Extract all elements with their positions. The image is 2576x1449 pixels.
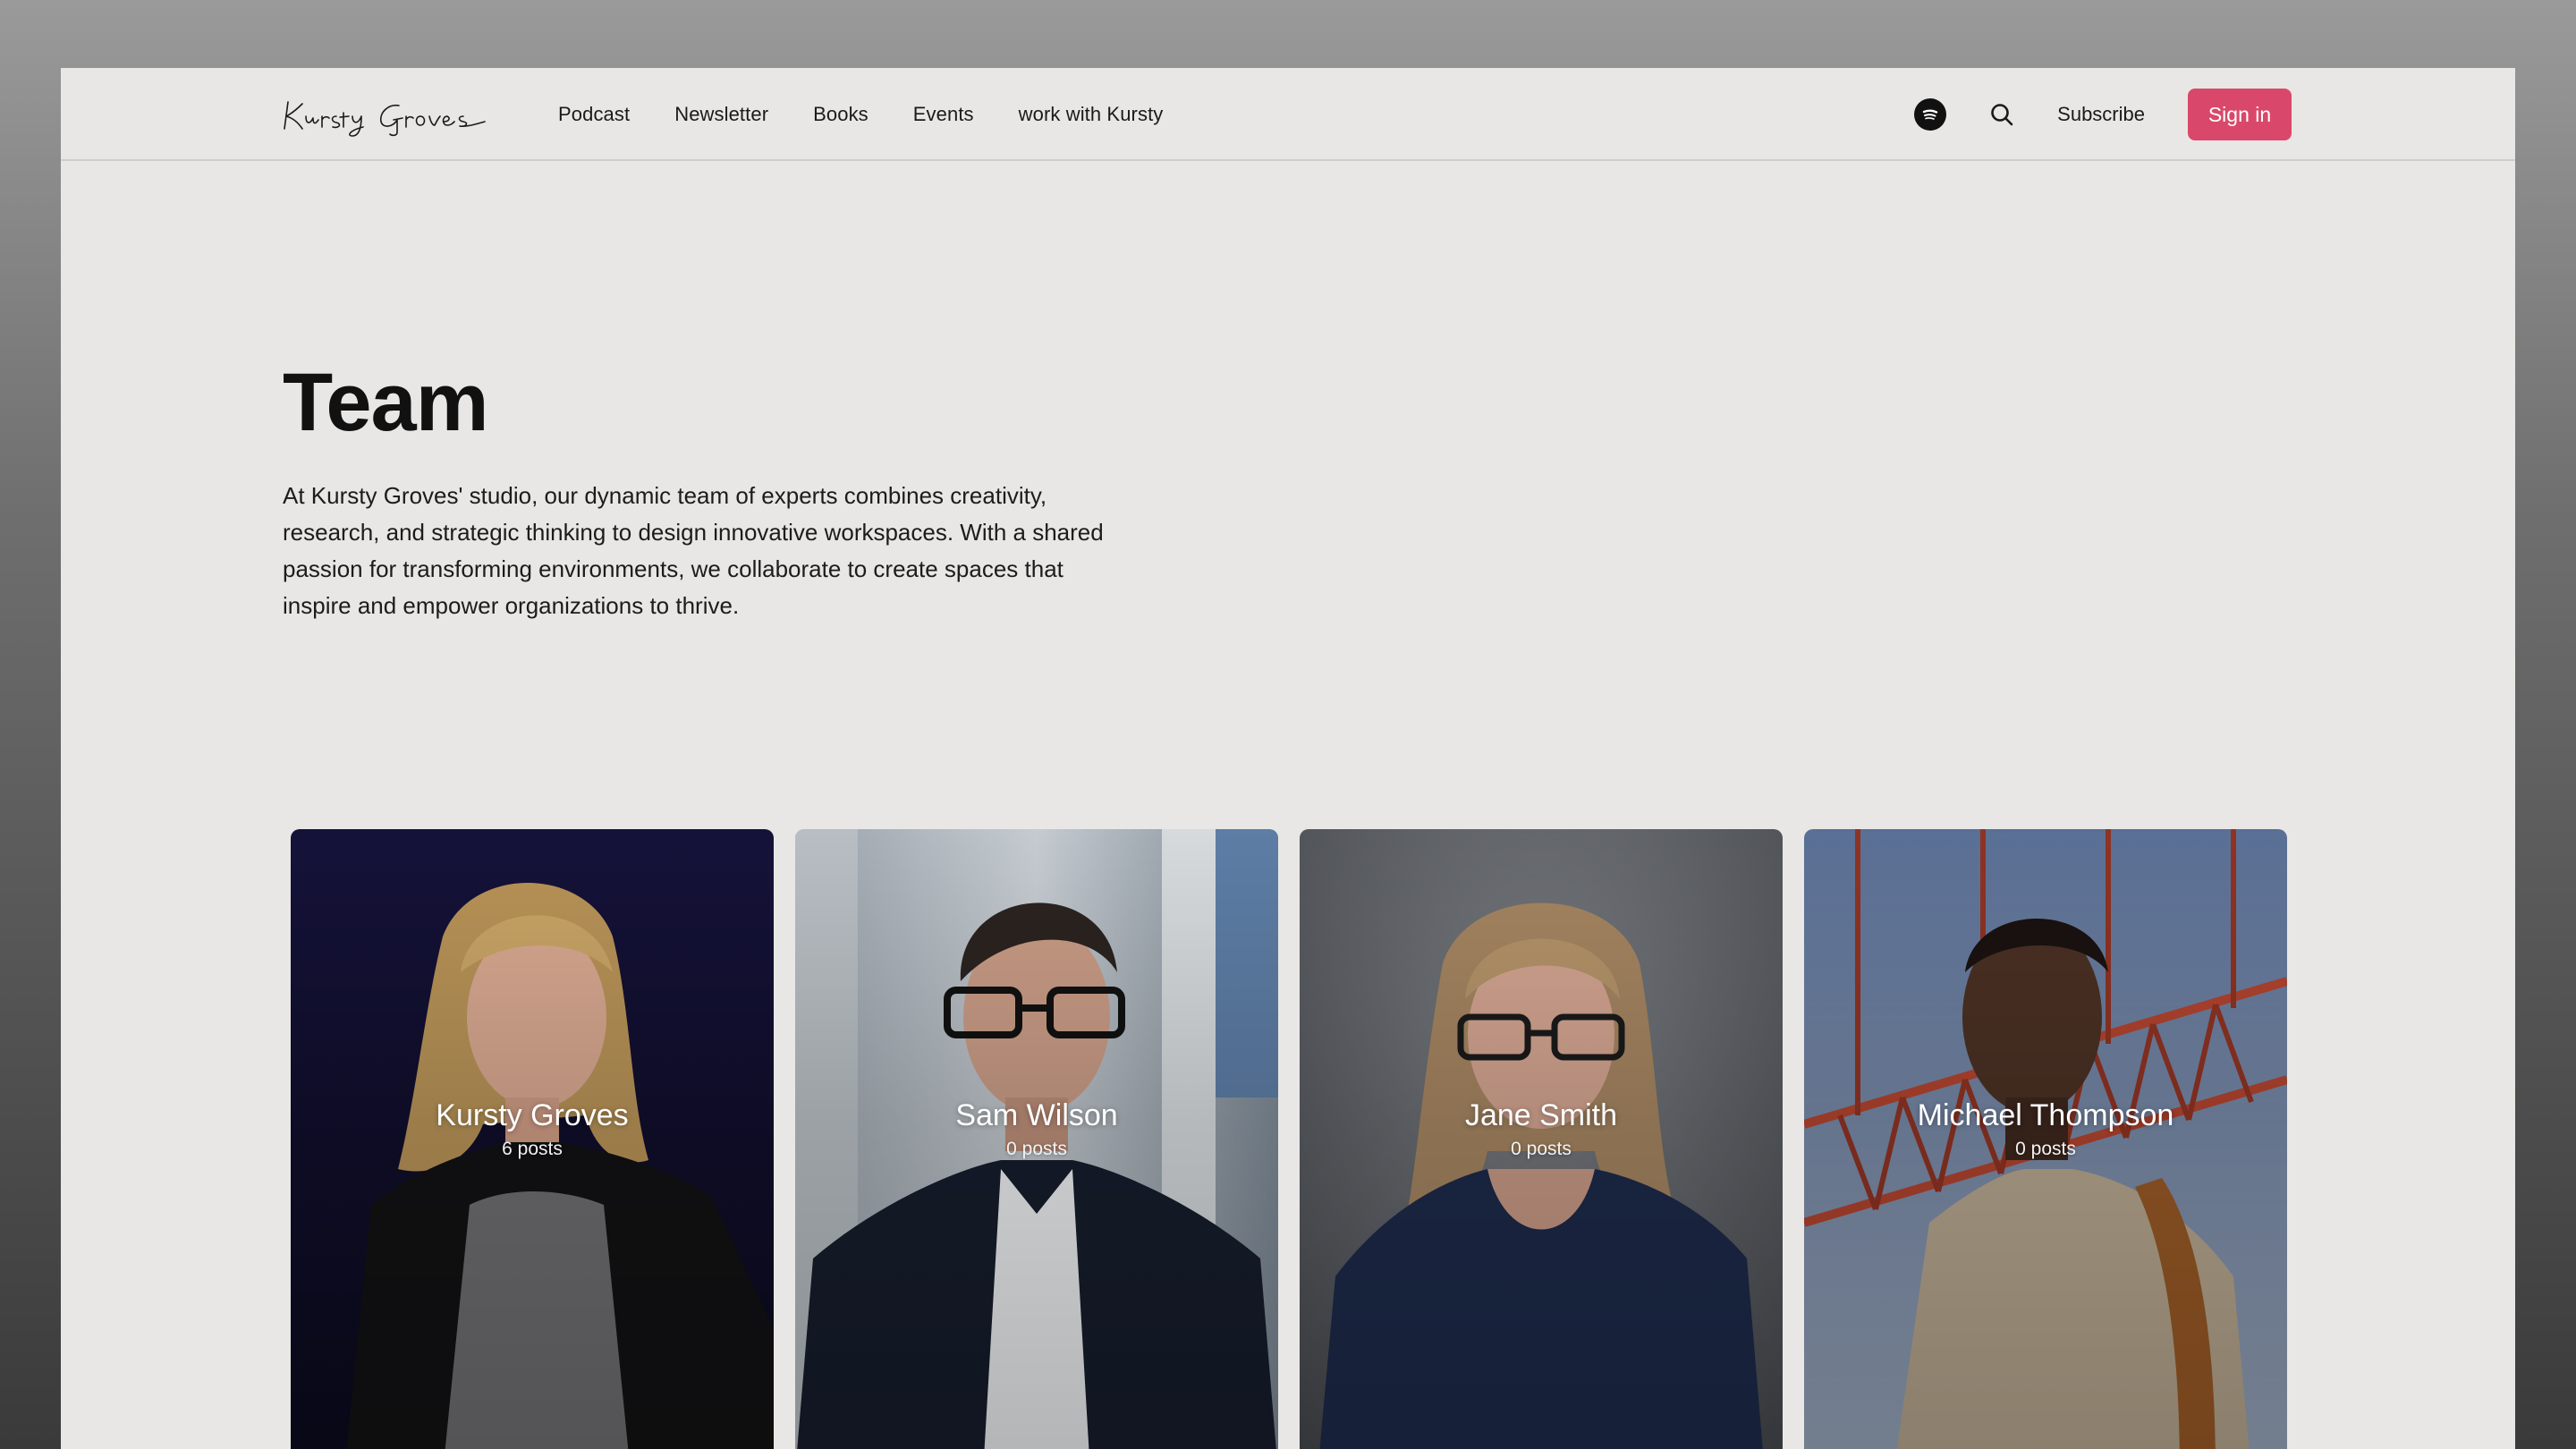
site-header: Podcast Newsletter Books Events work wit… [61, 68, 2515, 161]
nav-work-with-kursty[interactable]: work with Kursty [1019, 103, 1164, 126]
nav-newsletter[interactable]: Newsletter [674, 103, 768, 126]
member-post-count: 0 posts [1511, 1139, 1572, 1159]
member-post-count: 0 posts [1006, 1139, 1067, 1159]
nav-books[interactable]: Books [813, 103, 869, 126]
team-card-kursty-groves[interactable]: Kursty Groves 6 posts [291, 829, 774, 1449]
team-card-info: Jane Smith 0 posts [1300, 1097, 1783, 1160]
team-card-sam-wilson[interactable]: Sam Wilson 0 posts [795, 829, 1278, 1449]
search-icon [1991, 104, 2013, 126]
member-name: Sam Wilson [955, 1098, 1118, 1132]
team-card-jane-smith[interactable]: Jane Smith 0 posts [1300, 829, 1783, 1449]
team-card-info: Kursty Groves 6 posts [291, 1097, 774, 1160]
team-card-michael-thompson[interactable]: Michael Thompson 0 posts [1804, 829, 2287, 1449]
member-post-count: 0 posts [2015, 1139, 2076, 1159]
spotify-icon [1922, 109, 1938, 120]
search-button[interactable] [1986, 98, 2018, 131]
logo-signature-icon [284, 101, 486, 137]
member-name: Jane Smith [1464, 1098, 1618, 1132]
member-name: Michael Thompson [1917, 1098, 2174, 1132]
browser-viewport: Podcast Newsletter Books Events work wit… [61, 68, 2515, 1449]
header-actions: Subscribe Sign in [1914, 68, 2292, 161]
member-name: Kursty Groves [436, 1098, 629, 1132]
team-description: At Kursty Groves' studio, our dynamic te… [283, 482, 1104, 619]
member-post-count: 6 posts [502, 1139, 563, 1159]
team-card-info: Sam Wilson 0 posts [795, 1097, 1278, 1160]
sign-in-button[interactable]: Sign in [2188, 89, 2292, 140]
team-grid: Kursty Groves 6 posts Sam Wilson 0 posts… [291, 829, 2287, 1449]
nav-events[interactable]: Events [913, 103, 974, 126]
spotify-button[interactable] [1914, 98, 1947, 131]
page-title: Team [283, 357, 489, 448]
subscribe-link[interactable]: Subscribe [2057, 103, 2145, 126]
site-logo[interactable] [283, 89, 488, 140]
main-nav: Podcast Newsletter Books Events work wit… [558, 68, 1163, 161]
nav-podcast[interactable]: Podcast [558, 103, 630, 126]
team-card-info: Michael Thompson 0 posts [1804, 1097, 2287, 1160]
